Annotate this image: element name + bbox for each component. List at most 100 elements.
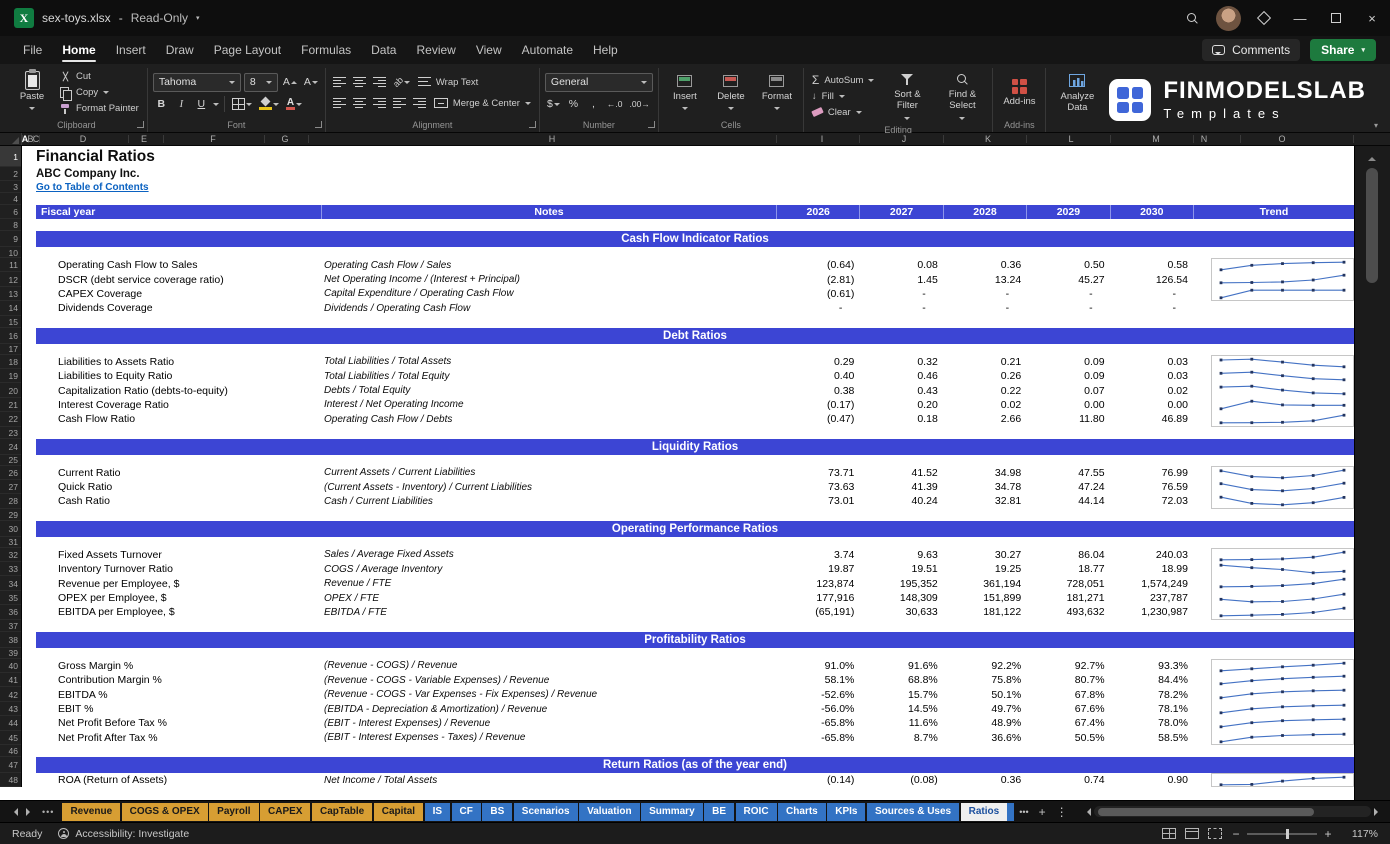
column-header-G[interactable]: G <box>281 133 288 146</box>
font-color-button[interactable]: A <box>284 96 304 113</box>
ratio-value-cell[interactable]: 41.39 <box>859 481 942 493</box>
analyze-data-button[interactable]: Analyze Data <box>1051 70 1103 116</box>
ratio-value-cell[interactable]: 67.4% <box>1026 717 1109 729</box>
ratio-value-cell[interactable]: 0.21 <box>943 356 1026 368</box>
row-header-41[interactable]: 41 <box>0 673 22 687</box>
ratio-formula-cell[interactable]: Current Assets / Current Liabilities <box>321 467 776 478</box>
align-right-button[interactable] <box>371 95 388 112</box>
sheet-tab-payroll[interactable]: Payroll <box>209 803 258 821</box>
ratio-name-cell[interactable]: Liabilities to Assets Ratio <box>36 356 321 368</box>
row-header-37[interactable]: 37 <box>0 620 22 632</box>
sheet-tab-cogs-opex[interactable]: COGS & OPEX <box>122 803 208 821</box>
ratio-value-cell[interactable]: - <box>859 302 942 314</box>
trend-cell[interactable] <box>1193 466 1354 480</box>
sheet-tab-capital[interactable]: Capital <box>374 803 423 821</box>
row-header-46[interactable]: 46 <box>0 745 22 757</box>
ratio-value-cell[interactable]: 181,271 <box>1026 592 1109 604</box>
row-header-2[interactable]: 2 <box>0 167 22 181</box>
increase-font-button[interactable]: A <box>281 74 299 91</box>
ratio-value-cell[interactable]: - <box>1026 288 1109 300</box>
ratio-name-cell[interactable]: Gross Margin % <box>36 660 321 672</box>
horizontal-scrollbar-track[interactable] <box>1094 806 1371 817</box>
ratio-name-cell[interactable]: Inventory Turnover Ratio <box>36 563 321 575</box>
clipboard-dialog-launcher[interactable] <box>137 121 144 128</box>
ratio-formula-cell[interactable]: Net Operating Income / (Interest + Princ… <box>321 274 776 285</box>
ratio-value-cell[interactable]: 0.03 <box>1110 370 1193 382</box>
menu-tab-data[interactable]: Data <box>362 39 405 61</box>
sheet-tab-be[interactable]: BE <box>704 803 734 821</box>
number-format-combo[interactable]: General <box>545 73 653 92</box>
ratio-value-cell[interactable]: 728,051 <box>1026 578 1109 590</box>
row-header-21[interactable]: 21 <box>0 398 22 412</box>
ratio-value-cell[interactable]: 30.27 <box>943 549 1026 561</box>
ratio-formula-cell[interactable]: (Revenue - COGS - Variable Expenses) / R… <box>321 675 776 686</box>
ratio-value-cell[interactable]: -52.6% <box>776 689 859 701</box>
trend-cell[interactable] <box>1193 301 1354 315</box>
row-header-14[interactable]: 14 <box>0 301 22 315</box>
ratio-name-cell[interactable]: Cash Ratio <box>36 495 321 507</box>
horizontal-scrollbar[interactable] <box>1083 806 1382 818</box>
ratio-formula-cell[interactable]: Cash / Current Liabilities <box>321 496 776 507</box>
ratio-value-cell[interactable]: 0.36 <box>943 259 1026 271</box>
row-header-8[interactable]: 8 <box>0 219 22 231</box>
row-header-4[interactable]: 4 <box>0 193 22 205</box>
more-sheets-button[interactable]: ••• <box>1014 807 1033 817</box>
ratio-value-cell[interactable]: (65,191) <box>776 606 859 618</box>
collapse-ribbon-button[interactable]: ▾ <box>1374 121 1378 130</box>
ratio-value-cell[interactable]: -65.8% <box>776 732 859 744</box>
align-middle-button[interactable] <box>351 74 368 91</box>
ratio-value-cell[interactable]: 34.98 <box>943 467 1026 479</box>
row-header-23[interactable]: 23 <box>0 427 22 439</box>
trend-cell[interactable] <box>1193 605 1354 619</box>
ratio-name-cell[interactable]: Contribution Margin % <box>36 674 321 686</box>
format-cells-button[interactable]: Format <box>756 70 798 116</box>
sheet-tab-cf[interactable]: CF <box>452 803 481 821</box>
ratio-value-cell[interactable]: 0.50 <box>1026 259 1109 271</box>
trend-cell[interactable] <box>1193 398 1354 412</box>
ratio-value-cell[interactable]: - <box>1110 302 1193 314</box>
hscroll-right-icon[interactable] <box>1374 808 1382 816</box>
ratio-value-cell[interactable]: 84.4% <box>1110 674 1193 686</box>
trend-cell[interactable] <box>1193 731 1354 745</box>
zoom-level[interactable]: 117% <box>1342 828 1378 840</box>
sheet-tab-summary[interactable]: Summary <box>641 803 703 821</box>
ratio-name-cell[interactable]: Interest Coverage Ratio <box>36 399 321 411</box>
ratio-value-cell[interactable]: 0.38 <box>776 385 859 397</box>
ratio-value-cell[interactable]: 0.08 <box>859 259 942 271</box>
ratio-value-cell[interactable]: 0.09 <box>1026 356 1109 368</box>
row-header-34[interactable]: 34 <box>0 576 22 590</box>
ratio-formula-cell[interactable]: Sales / Average Fixed Assets <box>321 549 776 560</box>
row-header-3[interactable]: 3 <box>0 181 22 193</box>
ratio-value-cell[interactable]: - <box>859 288 942 300</box>
section-banner[interactable]: Operating Performance Ratios <box>36 521 1354 537</box>
ratio-value-cell[interactable]: 0.32 <box>859 356 942 368</box>
sheet-tab-sources-uses[interactable]: Sources & Uses <box>867 803 959 821</box>
title-chevron-icon[interactable]: ▾ <box>196 14 200 22</box>
ratio-value-cell[interactable]: (0.08) <box>859 774 942 786</box>
ratio-value-cell[interactable]: 0.09 <box>1026 370 1109 382</box>
sheet-tab-scenarios[interactable]: Scenarios <box>514 803 578 821</box>
addins-button[interactable]: Add-ins <box>998 75 1040 110</box>
vertical-scrollbar-thumb[interactable] <box>1366 168 1378 283</box>
ratio-value-cell[interactable]: 8.7% <box>859 732 942 744</box>
ratio-value-cell[interactable]: 0.02 <box>943 399 1026 411</box>
trend-cell[interactable] <box>1193 773 1354 787</box>
ratio-formula-cell[interactable]: Operating Cash Flow / Debts <box>321 414 776 425</box>
ratio-value-cell[interactable]: 47.24 <box>1026 481 1109 493</box>
ratio-name-cell[interactable]: Revenue per Employee, $ <box>36 578 321 590</box>
menu-tab-formulas[interactable]: Formulas <box>292 39 360 61</box>
ratio-value-cell[interactable]: 67.6% <box>1026 703 1109 715</box>
partial-sheet-tab[interactable] <box>1007 803 1014 821</box>
ratio-value-cell[interactable]: (0.17) <box>776 399 859 411</box>
row-header-16[interactable]: 16 <box>0 328 22 344</box>
trend-cell[interactable] <box>1193 369 1354 383</box>
ratio-value-cell[interactable]: 49.7% <box>943 703 1026 715</box>
ratio-value-cell[interactable]: 0.90 <box>1110 774 1193 786</box>
column-header-C[interactable]: C <box>33 133 40 146</box>
premium-button[interactable] <box>1246 0 1282 36</box>
ratio-value-cell[interactable]: 91.0% <box>776 660 859 672</box>
tab-scroll-right-button[interactable] <box>22 804 38 820</box>
ratio-value-cell[interactable]: (0.14) <box>776 774 859 786</box>
ratio-name-cell[interactable]: DSCR (debt service coverage ratio) <box>36 274 321 286</box>
ratio-formula-cell[interactable]: (Revenue - COGS - Var Expenses - Fix Exp… <box>321 689 776 700</box>
